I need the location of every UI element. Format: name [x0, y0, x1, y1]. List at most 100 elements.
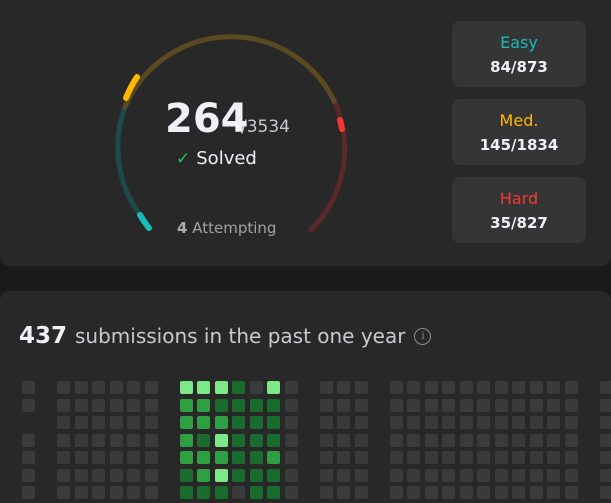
heatmap-cell[interactable]	[144, 451, 158, 464]
heatmap-cell[interactable]	[442, 398, 455, 412]
heatmap-cell[interactable]	[22, 433, 35, 447]
medium-box[interactable]: Med. 145/1834	[452, 99, 586, 165]
heatmap-cell[interactable]	[442, 381, 455, 394]
heatmap-cell[interactable]	[232, 468, 245, 482]
heatmap-cell[interactable]	[547, 486, 560, 499]
heatmap-cell[interactable]	[109, 416, 123, 429]
heatmap-cell[interactable]	[249, 468, 263, 482]
info-icon[interactable]: i	[414, 327, 432, 345]
heatmap-cell[interactable]	[459, 486, 473, 499]
heatmap-cell[interactable]	[232, 433, 245, 447]
heatmap-cell[interactable]	[249, 416, 263, 429]
heatmap-cell[interactable]	[92, 398, 105, 412]
heatmap-cell[interactable]	[494, 416, 508, 429]
heatmap-cell[interactable]	[284, 416, 298, 429]
heatmap-cell[interactable]	[74, 381, 88, 394]
heatmap-cell[interactable]	[459, 451, 473, 464]
heatmap-cell[interactable]	[564, 468, 578, 482]
heatmap-cell[interactable]	[284, 398, 298, 412]
heatmap-cell[interactable]	[407, 381, 420, 394]
heatmap-cell[interactable]	[109, 486, 123, 499]
heatmap-cell[interactable]	[477, 433, 490, 447]
heatmap-cell[interactable]	[249, 433, 263, 447]
heatmap-cell[interactable]	[512, 486, 525, 499]
heatmap-cell[interactable]	[319, 398, 333, 412]
heatmap-cell[interactable]	[22, 451, 35, 464]
heatmap-cell[interactable]	[214, 416, 228, 429]
heatmap-cell[interactable]	[459, 381, 473, 394]
heatmap-cell[interactable]	[512, 398, 525, 412]
heatmap-cell[interactable]	[494, 381, 508, 394]
heatmap-cell[interactable]	[477, 468, 490, 482]
heatmap-cell[interactable]	[92, 486, 105, 499]
heatmap-cell[interactable]	[74, 451, 88, 464]
heatmap-cell[interactable]	[179, 486, 193, 499]
heatmap-cell[interactable]	[197, 398, 210, 412]
heatmap-cell[interactable]	[144, 398, 158, 412]
heatmap-cell[interactable]	[564, 486, 578, 499]
heatmap-cell[interactable]	[599, 416, 611, 429]
heatmap-cell[interactable]	[179, 398, 193, 412]
heatmap-cell[interactable]	[179, 416, 193, 429]
heatmap-cell[interactable]	[57, 433, 70, 447]
heatmap-cell[interactable]	[547, 381, 560, 394]
heatmap-cell[interactable]	[197, 381, 210, 394]
heatmap-cell[interactable]	[512, 468, 525, 482]
heatmap-cell[interactable]	[92, 468, 105, 482]
heatmap-cell[interactable]	[267, 416, 280, 429]
heatmap-cell[interactable]	[442, 468, 455, 482]
heatmap-cell[interactable]	[389, 416, 403, 429]
heatmap-cell[interactable]	[547, 433, 560, 447]
heatmap-cell[interactable]	[232, 416, 245, 429]
heatmap-cell[interactable]	[354, 398, 368, 412]
heatmap-cell[interactable]	[389, 398, 403, 412]
heatmap-cell[interactable]	[197, 433, 210, 447]
heatmap-cell[interactable]	[512, 433, 525, 447]
heatmap-cell[interactable]	[214, 468, 228, 482]
heatmap-cell[interactable]	[249, 398, 263, 412]
heatmap-cell[interactable]	[547, 451, 560, 464]
heatmap-cell[interactable]	[354, 381, 368, 394]
heatmap-cell[interactable]	[319, 486, 333, 499]
heatmap-cell[interactable]	[494, 468, 508, 482]
heatmap-cell[interactable]	[249, 486, 263, 499]
heatmap-cell[interactable]	[354, 468, 368, 482]
heatmap-cell[interactable]	[354, 416, 368, 429]
heatmap-cell[interactable]	[267, 381, 280, 394]
hard-box[interactable]: Hard 35/827	[452, 177, 586, 243]
heatmap-cell[interactable]	[494, 398, 508, 412]
heatmap-cell[interactable]	[57, 381, 70, 394]
heatmap-cell[interactable]	[127, 416, 140, 429]
easy-box[interactable]: Easy 84/873	[452, 21, 586, 87]
heatmap-cell[interactable]	[144, 468, 158, 482]
heatmap-cell[interactable]	[337, 381, 350, 394]
heatmap-cell[interactable]	[599, 381, 611, 394]
heatmap-cell[interactable]	[407, 416, 420, 429]
heatmap-cell[interactable]	[512, 381, 525, 394]
heatmap-cell[interactable]	[232, 381, 245, 394]
heatmap-cell[interactable]	[144, 416, 158, 429]
heatmap-cell[interactable]	[599, 486, 611, 499]
heatmap-cell[interactable]	[599, 398, 611, 412]
heatmap-cell[interactable]	[337, 468, 350, 482]
heatmap-cell[interactable]	[424, 468, 438, 482]
heatmap-cell[interactable]	[599, 468, 611, 482]
heatmap-cell[interactable]	[564, 451, 578, 464]
heatmap-cell[interactable]	[477, 486, 490, 499]
heatmap-cell[interactable]	[424, 416, 438, 429]
heatmap-cell[interactable]	[477, 381, 490, 394]
heatmap-cell[interactable]	[564, 398, 578, 412]
heatmap-cell[interactable]	[92, 433, 105, 447]
heatmap-cell[interactable]	[529, 398, 543, 412]
heatmap-cell[interactable]	[232, 398, 245, 412]
heatmap-cell[interactable]	[22, 398, 35, 412]
heatmap-cell[interactable]	[389, 486, 403, 499]
heatmap-cell[interactable]	[564, 416, 578, 429]
heatmap-cell[interactable]	[442, 433, 455, 447]
heatmap-cell[interactable]	[599, 433, 611, 447]
heatmap-cell[interactable]	[424, 451, 438, 464]
heatmap-cell[interactable]	[57, 416, 70, 429]
heatmap-cell[interactable]	[564, 433, 578, 447]
heatmap-cell[interactable]	[424, 486, 438, 499]
heatmap-cell[interactable]	[179, 451, 193, 464]
